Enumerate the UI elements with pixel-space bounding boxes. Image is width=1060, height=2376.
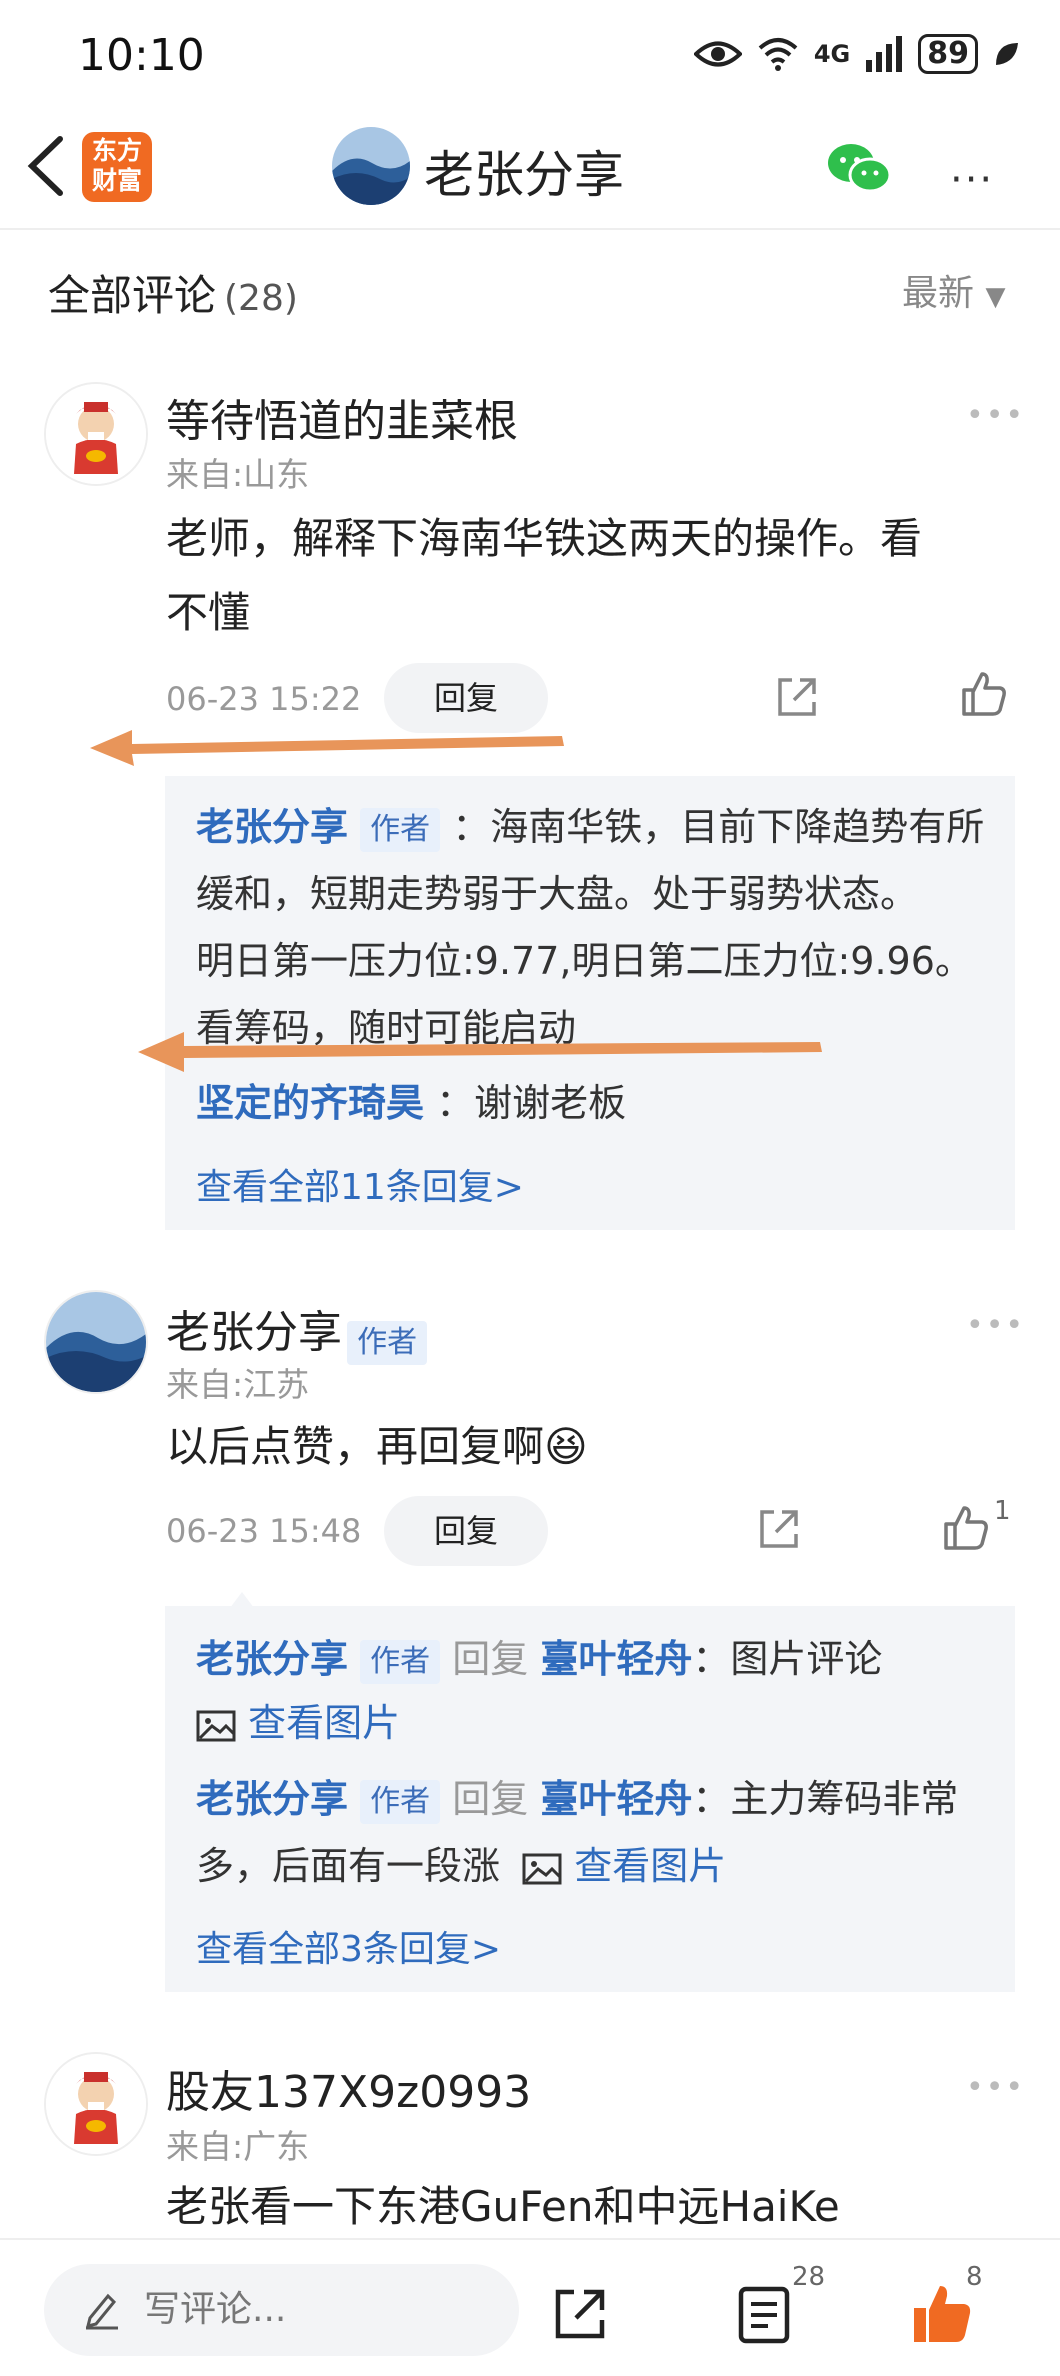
comment-time: 06-23 15:48 (166, 1512, 362, 1550)
author-badge: 作者 (360, 1639, 441, 1684)
signal-icon (866, 36, 903, 72)
status-icons: 4G 89 (693, 34, 1020, 74)
author-badge: 作者 (360, 807, 441, 852)
avatar[interactable] (44, 382, 148, 486)
like-count: 1 (994, 1496, 1011, 1526)
comments-list-icon[interactable] (738, 2286, 790, 2344)
thread-pointer (230, 1592, 254, 1608)
reply-target-username[interactable]: 臺叶轻舟 (540, 1777, 692, 1821)
laugh-emoji-icon: 😆 (544, 1422, 588, 1471)
comment-text: 老师，解释下海南华铁这两天的操作。看 不懂 (166, 514, 923, 637)
avatar[interactable] (44, 1290, 148, 1394)
more-options-icon[interactable]: ••• (966, 1308, 1025, 1343)
comment-location: 来自:江苏 (166, 1365, 310, 1404)
more-options-icon[interactable]: ••• (966, 2070, 1025, 2105)
view-image-link[interactable]: 查看图片 (522, 1844, 726, 1888)
network-label: 4G (813, 40, 851, 68)
image-icon (522, 1853, 562, 1884)
image-icon (196, 1710, 236, 1741)
reply-item: 老张分享 作者 回复 臺叶轻舟：主力筹码非常 (196, 1766, 1016, 1833)
reply-text-line: 明日第一压力位:9.77,明日第二压力位:9.96。 (196, 939, 973, 983)
like-icon[interactable] (960, 670, 1008, 718)
comment-count-badge: 28 (792, 2262, 826, 2292)
chevron-down-icon: ▼ (985, 282, 1006, 312)
app-logo[interactable]: 东方 财富 (82, 132, 152, 202)
reply-username[interactable]: 坚定的齐琦昊 (196, 1081, 424, 1125)
more-options-icon[interactable]: ••• (966, 398, 1025, 433)
reply-username[interactable]: 老张分享 (196, 1637, 348, 1681)
pencil-icon (85, 2293, 118, 2330)
more-menu-icon[interactable]: ··· (950, 157, 994, 203)
reply-item: 坚定的齐琦昊 ：谢谢老板 (196, 1081, 627, 1125)
comment-username[interactable]: 股友137X9z0993 (166, 2056, 531, 2120)
status-time: 10:10 (78, 30, 205, 81)
bottom-action-bar: 写评论... 28 8 (0, 2238, 1060, 2376)
nav-title: 老张分享 (424, 146, 624, 204)
comments-header: 全部评论 (28) (48, 271, 298, 320)
reply-target-username[interactable]: 臺叶轻舟 (540, 1637, 692, 1681)
wifi-icon (758, 38, 798, 71)
comment-text: 老张看一下东港GuFen和中远HaiKe (166, 2182, 840, 2231)
comment-username[interactable]: 等待悟道的韭菜根 (166, 385, 518, 449)
author-badge: 作者 (347, 1320, 428, 1365)
reply-button[interactable]: 回复 (384, 1496, 548, 1566)
back-arrow-icon[interactable] (22, 135, 72, 197)
share-icon[interactable] (774, 674, 820, 720)
view-image-link[interactable]: 查看图片 (196, 1690, 400, 1757)
reply-item: 老张分享 作者 回复 臺叶轻舟：图片评论 (196, 1626, 1016, 1693)
like-count-badge: 8 (966, 2262, 983, 2292)
view-all-replies-link[interactable]: 查看全部11条回复> (196, 1158, 524, 1210)
like-icon[interactable] (942, 1504, 990, 1552)
leaf-icon (996, 43, 1018, 65)
wechat-share-icon[interactable] (826, 141, 892, 197)
comment-location: 来自:广东 (166, 2127, 310, 2166)
reply-item: 老张分享 作者 ：海南华铁，目前下降趋势有所 (196, 794, 996, 861)
comment-time: 06-23 15:22 (166, 680, 362, 718)
like-filled-icon[interactable] (910, 2282, 974, 2346)
reply-text-line: 缓和，短期走势弱于大盘。处于弱势状态。 (196, 872, 919, 916)
comment-count: (28) (224, 278, 298, 319)
share-icon[interactable] (552, 2286, 608, 2342)
battery-indicator: 89 (918, 34, 978, 74)
share-icon[interactable] (756, 1506, 802, 1552)
comment-username[interactable]: 老张分享 (166, 1307, 342, 1358)
annotation-arrow (90, 730, 564, 766)
author-avatar[interactable] (332, 127, 410, 205)
page: 10:10 4G 89 东方 财富 老张分享 ··· 全部评论 (28) 最新 ▼ … (0, 0, 1060, 2376)
nav-bar: 东方 财富 老张分享 ··· (0, 105, 1060, 230)
eye-icon (693, 41, 742, 67)
reply-text-line: 多，后面有一段涨 查看图片 (196, 1844, 727, 1888)
author-badge: 作者 (360, 1779, 441, 1824)
comment-user-row: 老张分享 作者 (166, 1296, 428, 1365)
avatar[interactable] (44, 2052, 148, 2156)
comment-location: 来自:山东 (166, 455, 310, 494)
reply-username[interactable]: 老张分享 (196, 1777, 348, 1821)
reply-username[interactable]: 老张分享 (196, 805, 348, 849)
comment-text: 以后点赞，再回复啊😆 (166, 1422, 588, 1471)
view-all-replies-link[interactable]: 查看全部3条回复> (196, 1920, 501, 1972)
sort-selector[interactable]: 最新 ▼ (902, 264, 1005, 316)
